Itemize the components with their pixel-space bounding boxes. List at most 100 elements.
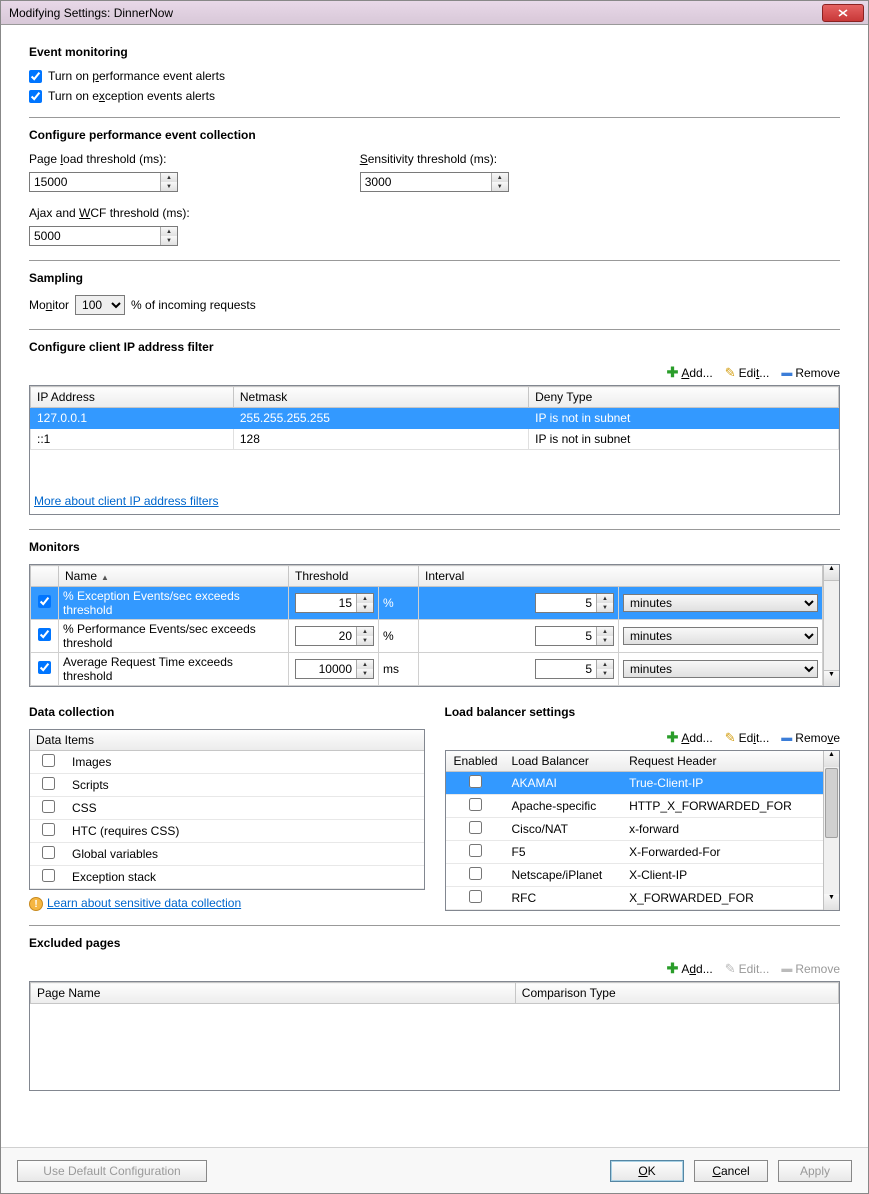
lb-col-header[interactable]: Request Header bbox=[623, 751, 823, 772]
interval-input[interactable] bbox=[536, 594, 596, 612]
table-row[interactable]: Apache-specificHTTP_X_FORWARDED_FOR bbox=[446, 795, 824, 818]
ajax-label: Ajax and WCF threshold (ms): bbox=[29, 206, 190, 220]
data-item-checkbox[interactable] bbox=[42, 846, 55, 859]
monitor-checkbox[interactable] bbox=[38, 595, 51, 608]
spin-up[interactable]: ▲ bbox=[161, 227, 177, 236]
scroll-thumb[interactable] bbox=[825, 768, 838, 838]
data-item-checkbox[interactable] bbox=[42, 777, 55, 790]
lb-col-name[interactable]: Load Balancer bbox=[506, 751, 624, 772]
apply-button[interactable]: Apply bbox=[778, 1160, 852, 1182]
section-perf-collection: Configure performance event collection bbox=[29, 128, 840, 142]
spin-up[interactable]: ▲ bbox=[492, 173, 508, 182]
sampling-suffix: % of incoming requests bbox=[131, 298, 256, 312]
table-row[interactable]: Cisco/NATx-forward bbox=[446, 818, 824, 841]
lb-enabled-checkbox[interactable] bbox=[469, 775, 482, 788]
perf-alerts-checkbox[interactable] bbox=[29, 70, 42, 83]
cancel-button[interactable]: Cancel bbox=[694, 1160, 768, 1182]
lb-remove-button[interactable]: ▬Remove bbox=[781, 729, 840, 746]
mon-col-interval[interactable]: Interval bbox=[419, 566, 823, 587]
ip-col-deny[interactable]: Deny Type bbox=[529, 387, 839, 408]
sensitivity-input[interactable] bbox=[361, 173, 491, 191]
section-event-monitoring: Event monitoring bbox=[29, 45, 840, 59]
ex-add-button[interactable]: ✚Add... bbox=[667, 960, 713, 977]
lb-enabled-checkbox[interactable] bbox=[469, 844, 482, 857]
lb-enabled-checkbox[interactable] bbox=[469, 867, 482, 880]
table-row[interactable]: F5X-Forwarded-For bbox=[446, 841, 824, 864]
default-config-button[interactable]: Use Default Configuration bbox=[17, 1160, 207, 1182]
table-row[interactable]: ::1128IP is not in subnet bbox=[31, 429, 839, 450]
lb-edit-button[interactable]: ✎Edit... bbox=[725, 729, 770, 746]
ip-add-button[interactable]: ✚Add... bbox=[667, 364, 713, 381]
ip-col-address[interactable]: IP Address bbox=[31, 387, 234, 408]
interval-input[interactable] bbox=[536, 627, 596, 645]
perf-alerts-label: Turn on performance event alerts bbox=[48, 69, 225, 83]
ex-col-page[interactable]: Page Name bbox=[31, 983, 516, 1004]
ip-remove-button[interactable]: ▬Remove bbox=[781, 364, 840, 381]
data-items-table: Data Items ImagesScriptsCSSHTC (requires… bbox=[30, 730, 424, 889]
data-item-checkbox[interactable] bbox=[42, 869, 55, 882]
table-row[interactable]: % Performance Events/sec exceeds thresho… bbox=[31, 620, 823, 653]
exc-alerts-checkbox[interactable] bbox=[29, 90, 42, 103]
threshold-input[interactable] bbox=[296, 660, 356, 678]
data-item-checkbox[interactable] bbox=[42, 800, 55, 813]
monitors-scrollbar[interactable]: ▲ ▼ bbox=[823, 565, 839, 686]
list-item[interactable]: Exception stack bbox=[30, 866, 424, 889]
spin-up[interactable]: ▲ bbox=[161, 173, 177, 182]
scroll-down-icon[interactable]: ▼ bbox=[824, 670, 839, 686]
scroll-up-icon[interactable]: ▲ bbox=[824, 751, 839, 767]
minus-icon: ▬ bbox=[781, 963, 792, 975]
monitor-checkbox[interactable] bbox=[38, 661, 51, 674]
table-row[interactable]: Netscape/iPlanetX-Client-IP bbox=[446, 864, 824, 887]
di-col[interactable]: Data Items bbox=[30, 730, 424, 751]
lb-enabled-checkbox[interactable] bbox=[469, 821, 482, 834]
interval-unit-select[interactable]: minutes bbox=[623, 594, 818, 612]
lb-enabled-checkbox[interactable] bbox=[469, 890, 482, 903]
list-item[interactable]: HTC (requires CSS) bbox=[30, 820, 424, 843]
mon-col-threshold[interactable]: Threshold bbox=[289, 566, 419, 587]
spin-down[interactable]: ▼ bbox=[492, 182, 508, 191]
list-item[interactable]: Scripts bbox=[30, 774, 424, 797]
page-load-input[interactable] bbox=[30, 173, 160, 191]
lb-col-enabled[interactable]: Enabled bbox=[446, 751, 506, 772]
table-row[interactable]: % Exception Events/sec exceeds threshold… bbox=[31, 587, 823, 620]
interval-unit-select[interactable]: minutes bbox=[623, 627, 818, 645]
close-button[interactable] bbox=[822, 4, 864, 22]
mon-col-check[interactable] bbox=[31, 566, 59, 587]
lb-scrollbar[interactable]: ▲ ▼ bbox=[823, 751, 839, 910]
threshold-input[interactable] bbox=[296, 594, 356, 612]
lb-add-button[interactable]: ✚Add... bbox=[667, 729, 713, 746]
window-title: Modifying Settings: DinnerNow bbox=[5, 6, 822, 20]
spin-down[interactable]: ▼ bbox=[161, 182, 177, 191]
data-item-checkbox[interactable] bbox=[42, 823, 55, 836]
interval-unit-select[interactable]: minutes bbox=[623, 660, 818, 678]
list-item[interactable]: Images bbox=[30, 751, 424, 774]
table-row[interactable]: RFCX_FORWARDED_FOR bbox=[446, 887, 824, 910]
warning-icon: ! bbox=[29, 897, 43, 911]
table-row[interactable]: 127.0.0.1255.255.255.255IP is not in sub… bbox=[31, 408, 839, 429]
section-data-collection: Data collection bbox=[29, 705, 425, 719]
settings-dialog: Modifying Settings: DinnerNow Event moni… bbox=[0, 0, 869, 1194]
spin-down[interactable]: ▼ bbox=[161, 236, 177, 245]
ajax-input[interactable] bbox=[30, 227, 160, 245]
list-item[interactable]: Global variables bbox=[30, 843, 424, 866]
scroll-down-icon[interactable]: ▼ bbox=[824, 894, 839, 910]
ok-button[interactable]: OK bbox=[610, 1160, 684, 1182]
data-item-checkbox[interactable] bbox=[42, 754, 55, 767]
section-excluded: Excluded pages bbox=[29, 936, 840, 950]
list-item[interactable]: CSS bbox=[30, 797, 424, 820]
ip-edit-button[interactable]: ✎Edit... bbox=[725, 364, 770, 381]
ex-col-comp[interactable]: Comparison Type bbox=[515, 983, 838, 1004]
table-row[interactable]: Average Request Time exceeds threshold ▲… bbox=[31, 653, 823, 686]
table-row[interactable]: AKAMAITrue-Client-IP bbox=[446, 772, 824, 795]
ip-col-netmask[interactable]: Netmask bbox=[233, 387, 528, 408]
sensitive-data-link[interactable]: Learn about sensitive data collection bbox=[47, 896, 241, 910]
lb-enabled-checkbox[interactable] bbox=[469, 798, 482, 811]
scroll-up-icon[interactable]: ▲ bbox=[824, 565, 839, 581]
threshold-input[interactable] bbox=[296, 627, 356, 645]
mon-col-name[interactable]: Name▲ bbox=[59, 566, 289, 587]
section-load-balancer: Load balancer settings bbox=[445, 705, 841, 719]
ip-filter-more-link[interactable]: More about client IP address filters bbox=[34, 494, 219, 508]
sampling-select[interactable]: 100 bbox=[75, 295, 125, 315]
monitor-checkbox[interactable] bbox=[38, 628, 51, 641]
interval-input[interactable] bbox=[536, 660, 596, 678]
